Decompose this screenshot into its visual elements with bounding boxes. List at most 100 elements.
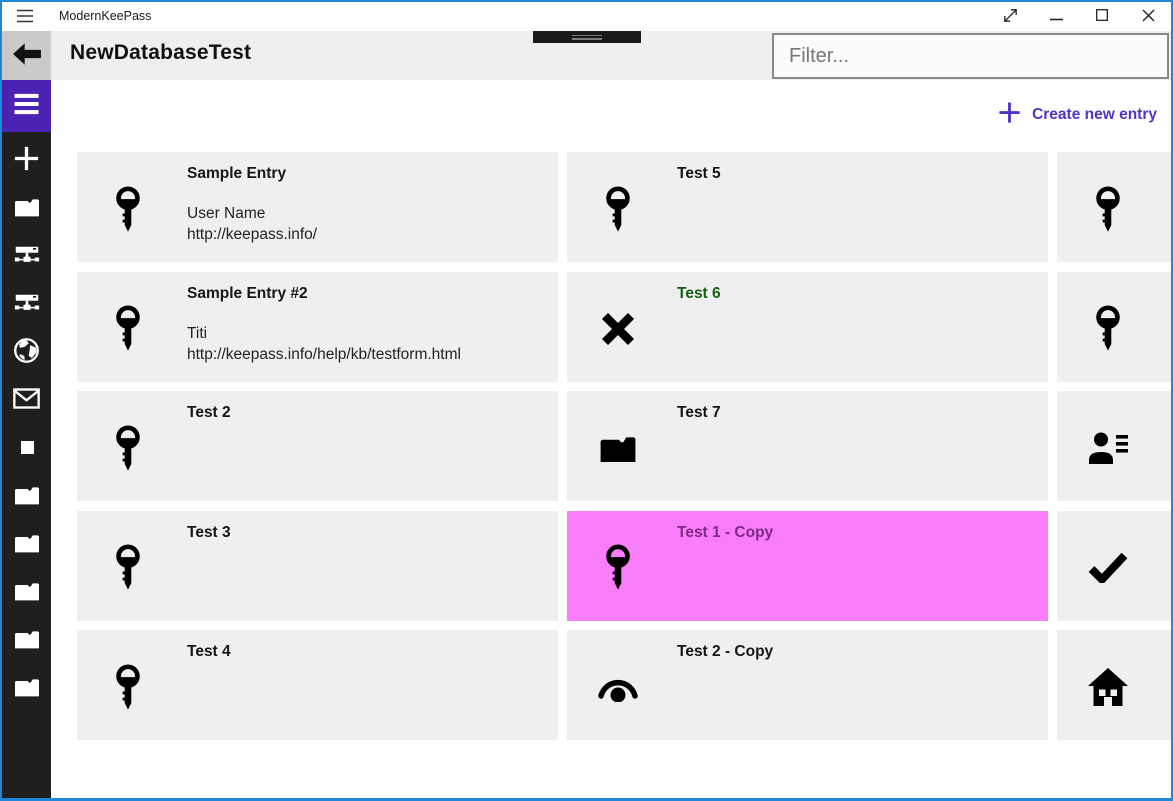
sidebar-item-folder[interactable] xyxy=(2,472,51,520)
network-drive-icon xyxy=(14,243,40,269)
entries-column xyxy=(1057,152,1171,740)
maximize-icon xyxy=(1096,9,1108,24)
maximize-button[interactable] xyxy=(1079,2,1125,31)
entries-grid: Sample Entry User Name http://keepass.info… xyxy=(77,152,1171,740)
entry-card[interactable]: Test 4 xyxy=(77,630,558,740)
sidebar-nav xyxy=(2,136,51,712)
entry-card[interactable]: Test 7 xyxy=(567,391,1048,501)
entry-detail-line: User Name xyxy=(187,205,266,222)
home-icon xyxy=(1086,663,1130,711)
titlebar-hamburger-button[interactable] xyxy=(16,9,34,26)
key-icon xyxy=(106,544,150,592)
entry-title: Test 7 xyxy=(677,404,721,421)
checkmark-icon xyxy=(1086,544,1130,592)
eye-icon xyxy=(596,663,640,711)
key-icon xyxy=(106,424,150,472)
key-icon xyxy=(1086,185,1130,233)
entry-title: Test 2 xyxy=(187,404,231,421)
plus-icon xyxy=(13,145,40,175)
titlebar: ModernKeePass xyxy=(2,2,1171,31)
hamburger-icon xyxy=(13,93,40,119)
key-icon xyxy=(596,185,640,233)
entry-card[interactable]: Test 1 - Copy xyxy=(567,510,1048,621)
sidebar-item-globe[interactable] xyxy=(2,328,51,376)
entry-detail-line: http://keepass.info/ xyxy=(187,226,318,243)
entry-card[interactable]: Test 2 xyxy=(77,391,558,501)
entry-title: Sample Entry xyxy=(187,165,287,182)
close-x-icon xyxy=(596,305,640,353)
entry-card[interactable] xyxy=(1057,510,1171,621)
entry-details: Titi http://keepass.info/help/kb/testform… xyxy=(187,323,461,365)
close-button[interactable] xyxy=(1125,2,1171,31)
hidden-panel-handle[interactable] xyxy=(533,31,641,43)
entry-title: Sample Entry #2 xyxy=(187,284,308,302)
plus-icon xyxy=(998,101,1021,129)
mail-icon xyxy=(13,388,40,412)
app-title: ModernKeePass xyxy=(59,9,152,23)
sidebar-item-folder[interactable] xyxy=(2,616,51,664)
entry-card[interactable]: Sample Entry #2 Titi http://keepass.info/h… xyxy=(77,271,558,382)
create-new-entry-button[interactable]: Create new entry xyxy=(998,101,1157,129)
sidebar-item-folder[interactable] xyxy=(2,520,51,568)
entry-card[interactable]: Sample Entry User Name http://keepass.info… xyxy=(77,152,558,262)
entry-card[interactable] xyxy=(1057,630,1171,740)
page-title: NewDatabaseTest xyxy=(70,41,252,64)
minimize-icon xyxy=(1049,9,1063,24)
folder-filled-icon xyxy=(596,424,640,472)
fullscreen-icon xyxy=(1002,7,1019,27)
entries-column: Test 5 Test 6 Test 7 Test 1 - Copy Test 2 - … xyxy=(567,152,1048,740)
sidebar-item-folder[interactable] xyxy=(2,568,51,616)
create-new-entry-label: Create new entry xyxy=(1032,106,1157,123)
folder-icon xyxy=(14,581,40,604)
grabber-lines-icon xyxy=(572,34,602,42)
folder-icon xyxy=(14,629,40,652)
fullscreen-button[interactable] xyxy=(987,2,1033,31)
close-icon xyxy=(1142,9,1155,25)
entry-card[interactable]: Test 5 xyxy=(567,152,1048,262)
window-controls xyxy=(987,2,1171,31)
back-arrow-icon xyxy=(12,41,42,70)
sidebar-item-square[interactable] xyxy=(2,424,51,472)
entry-title: Test 1 - Copy xyxy=(677,523,774,541)
entry-title: Test 4 xyxy=(187,643,231,660)
filter-input[interactable] xyxy=(772,33,1169,79)
key-icon xyxy=(596,544,640,592)
entry-title: Test 6 xyxy=(677,284,721,302)
entry-card[interactable] xyxy=(1057,271,1171,382)
entry-detail-line: http://keepass.info/help/kb/testform.htm… xyxy=(187,345,461,363)
key-icon xyxy=(106,663,150,711)
sidebar-item-folder[interactable] xyxy=(2,664,51,712)
folder-icon xyxy=(14,485,40,508)
entry-card[interactable] xyxy=(1057,152,1171,262)
minimize-button[interactable] xyxy=(1033,2,1079,31)
entries-column: Sample Entry User Name http://keepass.info… xyxy=(77,152,558,740)
back-button[interactable] xyxy=(2,31,51,80)
square-icon xyxy=(14,434,40,463)
sidebar-item-network-drive[interactable] xyxy=(2,280,51,328)
entry-title: Test 5 xyxy=(677,165,721,182)
entry-detail-line: Titi xyxy=(187,324,208,342)
sidebar-item-folder[interactable] xyxy=(2,184,51,232)
key-icon xyxy=(1086,305,1130,353)
sidebar-item-network-drive[interactable] xyxy=(2,232,51,280)
contact-details-icon xyxy=(1086,424,1130,472)
entry-card[interactable]: Test 3 xyxy=(77,510,558,621)
hamburger-icon xyxy=(16,9,34,26)
folder-icon xyxy=(14,677,40,700)
entry-title: Test 3 xyxy=(187,523,231,541)
sidebar-item-mail[interactable] xyxy=(2,376,51,424)
sidebar-hamburger-button[interactable] xyxy=(2,80,51,132)
sidebar xyxy=(2,80,51,798)
entry-title: Test 2 - Copy xyxy=(677,643,774,660)
entry-card[interactable]: Test 6 xyxy=(567,271,1048,382)
key-icon xyxy=(106,185,150,233)
sidebar-item-plus[interactable] xyxy=(2,136,51,184)
folder-icon xyxy=(14,197,40,220)
entry-card[interactable]: Test 2 - Copy xyxy=(567,630,1048,740)
network-drive-icon xyxy=(14,291,40,317)
entry-card[interactable] xyxy=(1057,391,1171,501)
folder-icon xyxy=(14,533,40,556)
globe-icon xyxy=(13,337,40,367)
app-window: ModernKeePass NewDatabaseTest Create new… xyxy=(0,0,1173,801)
entry-details: User Name http://keepass.info/ xyxy=(187,203,317,245)
